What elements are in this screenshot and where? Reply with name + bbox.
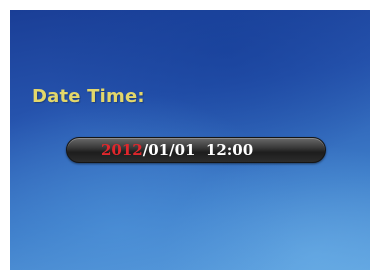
device-frame: Date Time: 2012/01/01 12:00 xyxy=(0,0,381,274)
date-time-title: Date Time: xyxy=(32,86,145,107)
date-time-remainder: /01/01 12:00 xyxy=(142,141,254,159)
year-segment-selected[interactable]: 2012 xyxy=(101,141,143,159)
date-time-field[interactable]: 2012/01/01 12:00 xyxy=(66,137,326,163)
settings-screen: Date Time: 2012/01/01 12:00 xyxy=(10,10,370,270)
date-time-value: 2012/01/01 12:00 xyxy=(101,141,253,159)
